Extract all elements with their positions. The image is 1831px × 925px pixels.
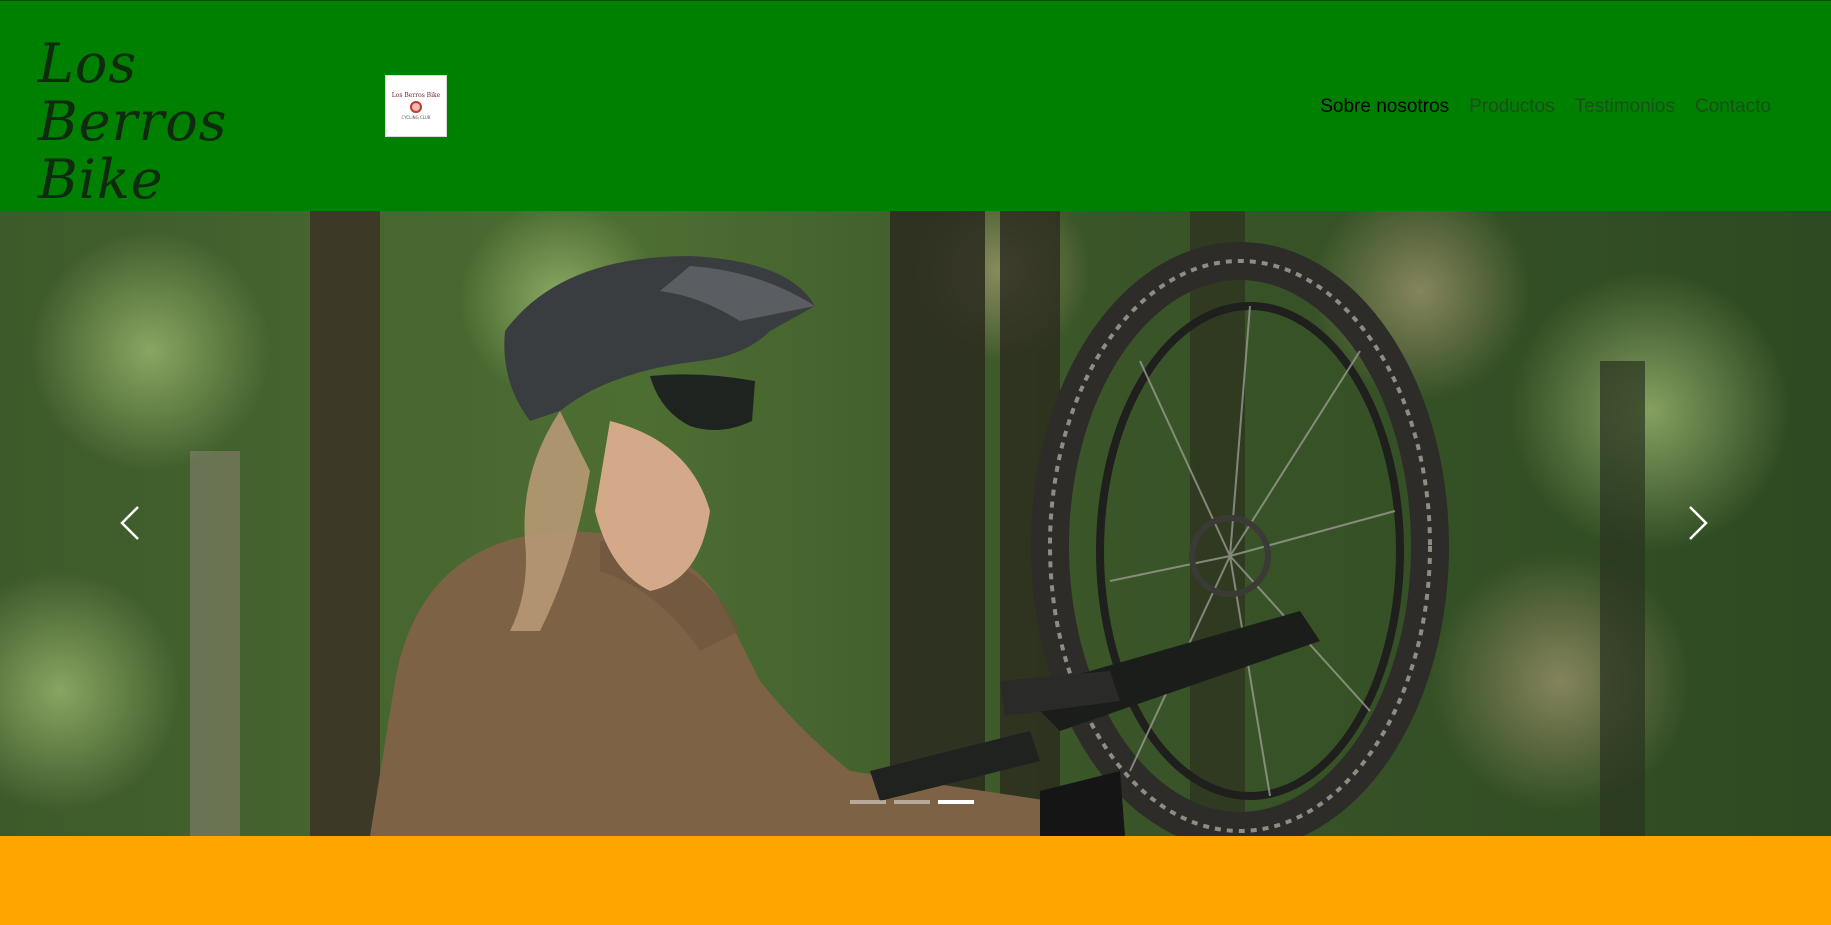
carousel-prev-button[interactable] <box>112 501 152 545</box>
brand-title-line2: Bike <box>38 148 164 211</box>
site-header: Los Berros Bike Los Berros Bike CYCLING … <box>0 0 1831 211</box>
orange-section-band <box>0 836 1831 925</box>
main-nav: Sobre nosotros Productos Testimonios Con… <box>1320 95 1771 119</box>
carousel-indicator-1[interactable] <box>850 800 886 804</box>
brand-title-line1: Los Berros <box>38 32 228 153</box>
hero-carousel <box>0 211 1831 836</box>
chevron-left-icon <box>120 506 139 540</box>
nav-link-sobre-nosotros[interactable]: Sobre nosotros <box>1320 95 1449 119</box>
logo-subtext: CYCLING CLUB <box>401 115 431 120</box>
logo-text: Los Berros Bike <box>391 92 441 99</box>
brand-title[interactable]: Los Berros Bike <box>38 35 338 209</box>
carousel-indicator-3[interactable] <box>938 800 974 804</box>
carousel-indicator-2[interactable] <box>894 800 930 804</box>
nav-link-productos[interactable]: Productos <box>1469 95 1555 119</box>
carousel-indicators <box>850 800 974 804</box>
carousel-next-button[interactable] <box>1676 501 1716 545</box>
logo[interactable]: Los Berros Bike CYCLING CLUB <box>385 75 447 137</box>
bike-wheel-logo-icon <box>410 101 422 113</box>
nav-link-contacto[interactable]: Contacto <box>1695 95 1771 119</box>
carousel-slide-image <box>0 211 1831 836</box>
chevron-right-icon <box>1689 506 1708 540</box>
nav-link-testimonios[interactable]: Testimonios <box>1575 95 1675 119</box>
